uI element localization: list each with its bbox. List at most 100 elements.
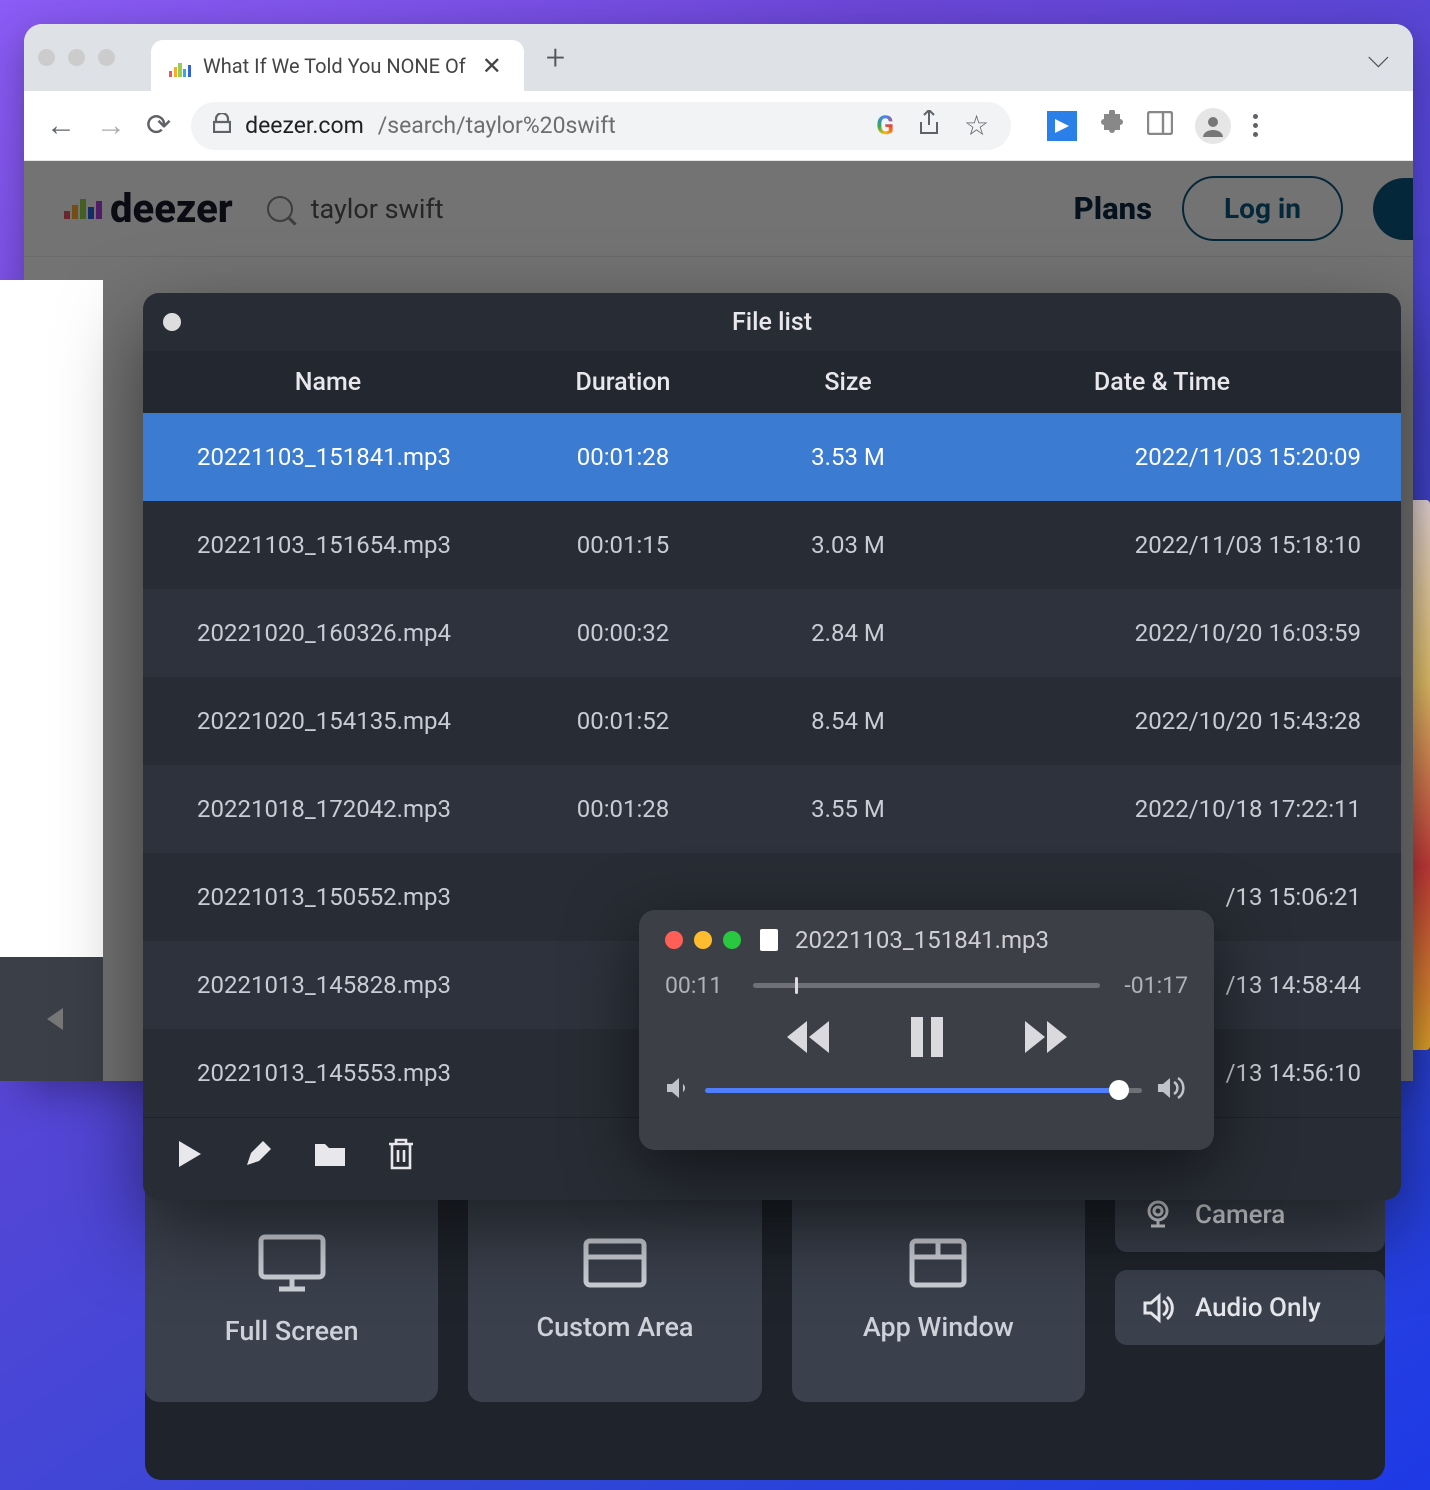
address-bar[interactable]: deezer.com/search/taylor%20swift G ☆ bbox=[191, 102, 1011, 150]
edit-button[interactable] bbox=[243, 1139, 273, 1173]
camera-icon bbox=[1141, 1198, 1175, 1232]
browser-tab-strip: What If We Told You NONE Of ✕ + ⌵ bbox=[24, 24, 1413, 91]
volume-low-icon[interactable] bbox=[665, 1076, 691, 1104]
file-list-titlebar[interactable]: File list bbox=[143, 293, 1401, 351]
cell-datetime: /13 15:06:21 bbox=[963, 883, 1401, 911]
playback-controls bbox=[665, 1015, 1188, 1059]
cell-duration: 00:01:28 bbox=[513, 795, 733, 823]
cell-size: 2.84 M bbox=[733, 619, 963, 647]
mode-label: App Window bbox=[863, 1311, 1014, 1343]
cell-duration: 00:01:28 bbox=[513, 443, 733, 471]
volume-high-icon[interactable] bbox=[1156, 1075, 1188, 1105]
table-row[interactable]: 20221103_151841.mp300:01:283.53 M2022/11… bbox=[143, 413, 1401, 501]
window-minimize-button[interactable] bbox=[68, 49, 85, 66]
delete-button[interactable] bbox=[387, 1138, 415, 1174]
tab-title: What If We Told You NONE Of bbox=[203, 54, 466, 78]
google-icon[interactable]: G bbox=[876, 111, 894, 141]
cell-datetime: 2022/10/18 17:22:11 bbox=[963, 795, 1401, 823]
url-path: /search/taylor%20swift bbox=[378, 112, 616, 139]
app-window-mode[interactable]: App Window bbox=[792, 1177, 1085, 1402]
side-label: Camera bbox=[1195, 1200, 1285, 1230]
audio-player-window[interactable]: 20221103_151841.mp3 00:11 -01:17 bbox=[639, 910, 1214, 1150]
col-duration[interactable]: Duration bbox=[513, 368, 733, 397]
file-icon bbox=[760, 929, 778, 951]
cell-name: 20221018_172042.mp3 bbox=[143, 795, 513, 823]
volume-row bbox=[665, 1075, 1188, 1105]
table-header: Name Duration Size Date & Time bbox=[143, 351, 1401, 413]
table-row[interactable]: 20221103_151654.mp300:01:153.03 M2022/11… bbox=[143, 501, 1401, 589]
cell-datetime: 2022/11/03 15:20:09 bbox=[963, 443, 1401, 471]
bookmark-star-icon[interactable]: ☆ bbox=[964, 109, 989, 142]
monitor-icon bbox=[257, 1233, 327, 1293]
forward-button[interactable]: → bbox=[96, 108, 126, 143]
tab-overflow-button[interactable]: ⌵ bbox=[1368, 41, 1399, 75]
profile-avatar[interactable] bbox=[1195, 108, 1231, 144]
col-name[interactable]: Name bbox=[143, 368, 513, 397]
cell-name: 20221013_150552.mp3 bbox=[143, 883, 513, 911]
side-panel-icon[interactable] bbox=[1147, 111, 1173, 141]
cell-name: 20221020_160326.mp4 bbox=[143, 619, 513, 647]
player-minimize-button[interactable] bbox=[694, 931, 712, 949]
cell-size: 8.54 M bbox=[733, 707, 963, 735]
window-title: File list bbox=[732, 308, 812, 337]
browser-toolbar: ← → ⟳ deezer.com/search/taylor%20swift G… bbox=[24, 91, 1413, 161]
table-row[interactable]: 20221020_154135.mp400:01:528.54 M2022/10… bbox=[143, 677, 1401, 765]
cell-name: 20221013_145828.mp3 bbox=[143, 971, 513, 999]
table-row[interactable]: 20221018_172042.mp300:01:283.55 M2022/10… bbox=[143, 765, 1401, 853]
url-domain: deezer.com bbox=[245, 112, 364, 139]
col-datetime[interactable]: Date & Time bbox=[963, 368, 1401, 397]
play-button[interactable] bbox=[177, 1139, 203, 1173]
seek-thumb[interactable] bbox=[795, 977, 799, 994]
volume-thumb[interactable] bbox=[1109, 1080, 1129, 1100]
back-button[interactable]: ← bbox=[46, 108, 76, 143]
mode-label: Custom Area bbox=[537, 1311, 694, 1343]
share-icon[interactable] bbox=[918, 110, 940, 142]
window-controls bbox=[38, 49, 115, 66]
cell-datetime: 2022/10/20 15:43:28 bbox=[963, 707, 1401, 735]
open-folder-button[interactable] bbox=[313, 1140, 347, 1172]
previous-track-icon[interactable] bbox=[37, 1004, 67, 1034]
close-tab-icon[interactable]: ✕ bbox=[478, 52, 506, 80]
time-remaining: -01:17 bbox=[1118, 972, 1188, 999]
cell-name: 20221020_154135.mp4 bbox=[143, 707, 513, 735]
player-titlebar[interactable]: 20221103_151841.mp3 bbox=[665, 926, 1188, 954]
extensions-puzzle-icon[interactable] bbox=[1099, 110, 1125, 142]
rewind-button[interactable] bbox=[783, 1019, 833, 1055]
cell-name: 20221103_151841.mp3 bbox=[143, 443, 513, 471]
volume-slider[interactable] bbox=[705, 1088, 1142, 1093]
full-screen-mode[interactable]: Full Screen bbox=[145, 1177, 438, 1402]
audio-only-button[interactable]: Audio Only bbox=[1115, 1270, 1385, 1345]
table-row[interactable]: 20221020_160326.mp400:00:322.84 M2022/10… bbox=[143, 589, 1401, 677]
custom-area-mode[interactable]: Custom Area bbox=[468, 1177, 761, 1402]
window-maximize-button[interactable] bbox=[98, 49, 115, 66]
player-file-name: 20221103_151841.mp3 bbox=[795, 926, 1049, 954]
fast-forward-button[interactable] bbox=[1021, 1019, 1071, 1055]
cell-datetime: 2022/10/20 16:03:59 bbox=[963, 619, 1401, 647]
cell-name: 20221013_145553.mp3 bbox=[143, 1059, 513, 1087]
deezer-favicon bbox=[169, 55, 191, 77]
lock-icon bbox=[213, 113, 231, 138]
player-close-button[interactable] bbox=[665, 931, 683, 949]
mode-label: Full Screen bbox=[225, 1315, 359, 1347]
time-elapsed: 00:11 bbox=[665, 972, 735, 999]
cell-size: 3.03 M bbox=[733, 531, 963, 559]
cell-size: 3.53 M bbox=[733, 443, 963, 471]
window-close-button[interactable] bbox=[38, 49, 55, 66]
player-maximize-button[interactable] bbox=[723, 931, 741, 949]
deezer-playerbar-fragment bbox=[0, 957, 103, 1081]
seek-slider[interactable] bbox=[753, 983, 1100, 988]
pause-button[interactable] bbox=[907, 1015, 947, 1059]
browser-tab[interactable]: What If We Told You NONE Of ✕ bbox=[151, 40, 524, 92]
extension-icon[interactable] bbox=[1047, 111, 1077, 141]
col-size[interactable]: Size bbox=[733, 368, 963, 397]
cell-size: 3.55 M bbox=[733, 795, 963, 823]
reload-button[interactable]: ⟳ bbox=[146, 108, 171, 143]
close-button[interactable] bbox=[163, 313, 181, 331]
browser-menu-button[interactable] bbox=[1253, 114, 1258, 137]
cell-name: 20221103_151654.mp3 bbox=[143, 531, 513, 559]
new-tab-button[interactable]: + bbox=[546, 38, 565, 78]
progress-row: 00:11 -01:17 bbox=[665, 972, 1188, 999]
cell-duration: 00:01:15 bbox=[513, 531, 733, 559]
cell-datetime: 2022/11/03 15:18:10 bbox=[963, 531, 1401, 559]
side-label: Audio Only bbox=[1195, 1293, 1321, 1323]
